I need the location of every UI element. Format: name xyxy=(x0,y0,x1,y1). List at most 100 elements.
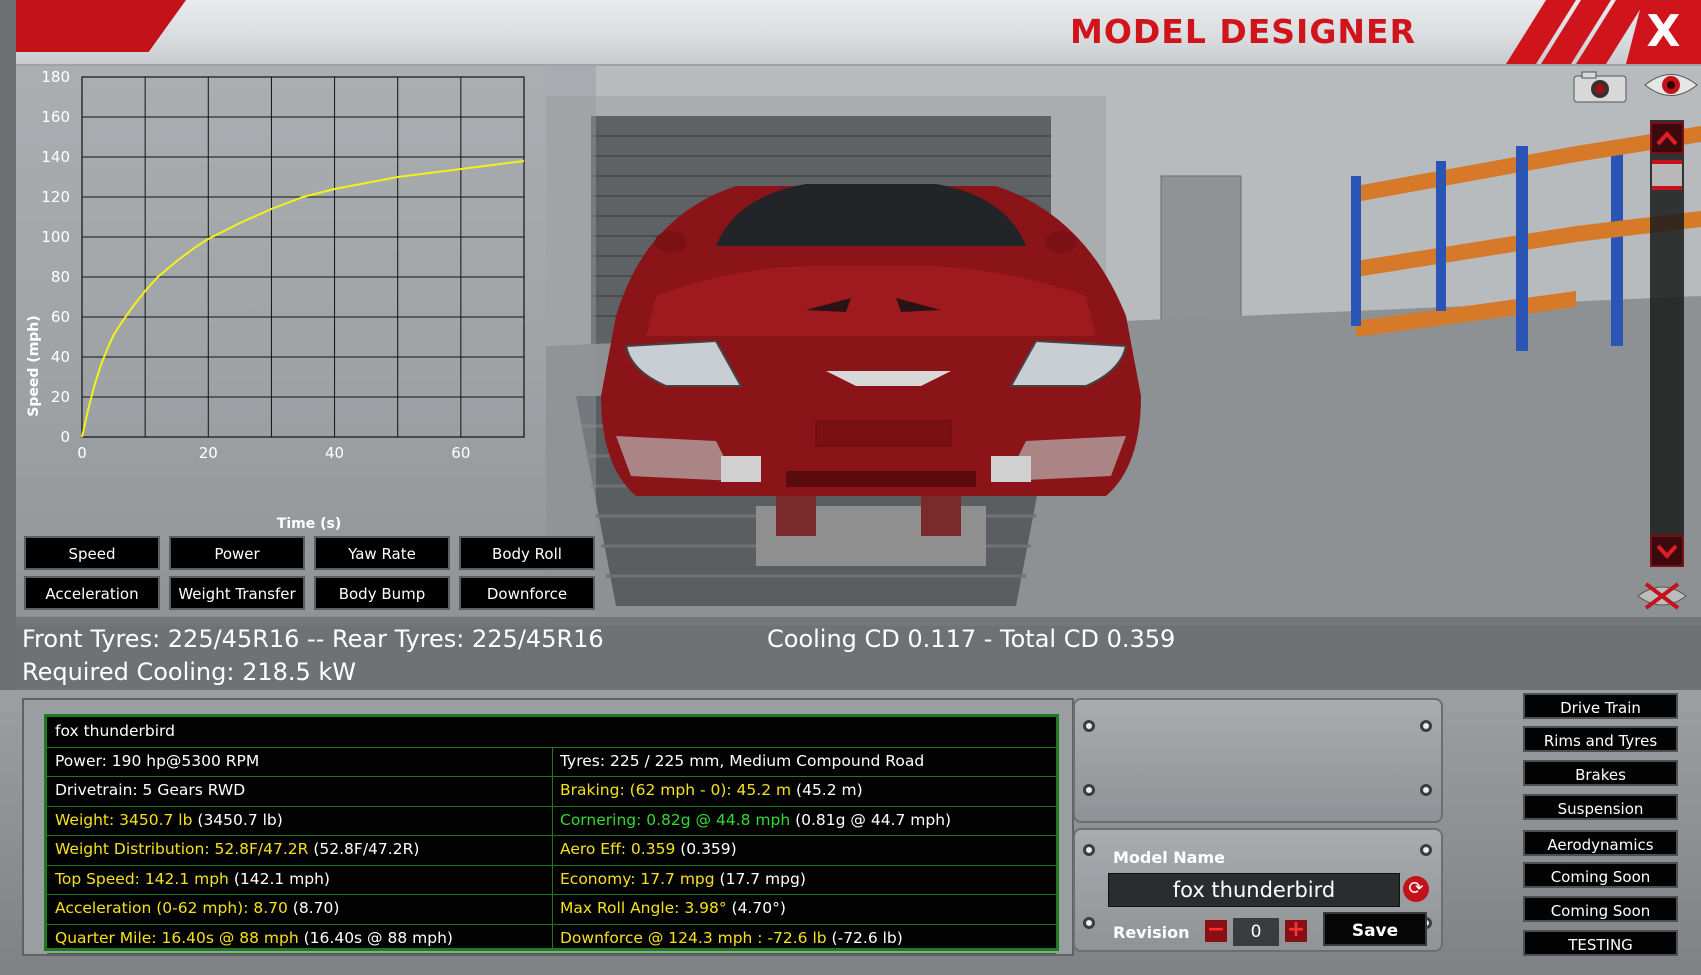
page-title: MODEL DESIGNER xyxy=(1070,12,1416,51)
y-axis-label: Speed (mph) xyxy=(26,315,42,416)
y-tick-label: 140 xyxy=(41,148,70,166)
chart-grid xyxy=(81,76,525,438)
stats-left-cell: Top Speed: 142.1 mph (142.1 mph) xyxy=(47,865,330,894)
stat-value: Weight: 3450.7 lb xyxy=(55,810,193,829)
x-tick-label: 40 xyxy=(325,444,344,462)
stats-right-cell: Tyres: 225 / 225 mm, Medium Compound Roa… xyxy=(552,747,924,776)
camera-icon[interactable] xyxy=(1572,70,1628,104)
stats-left-cell: Power: 190 hp@5300 RPM xyxy=(47,747,259,776)
speed-chart: 0 20 40 60 80 100 120 140 160 180 0 20 40 60 Time (s)… xyxy=(26,68,525,532)
y-tick-label: 120 xyxy=(41,188,70,206)
cooling-cd-summary: Cooling CD 0.117 - Total CD 0.359 xyxy=(767,625,1176,653)
revision-value[interactable]: 0 xyxy=(1233,918,1279,946)
stat-reference-value: (0.81g @ 44.7 mph) xyxy=(790,810,952,829)
stat-reference-value: (-72.6 lb) xyxy=(826,928,903,947)
title-bar: MODEL DESIGNER X xyxy=(16,0,1701,66)
y-tick-label: 160 xyxy=(41,108,70,126)
model-name-panel: Model Name fox thunderbird ⟳ Revision − … xyxy=(1073,698,1471,952)
stat-value: Top Speed: 142.1 mph xyxy=(55,869,229,888)
stats-right-cell: Max Roll Angle: 3.98° (4.70°) xyxy=(552,894,786,923)
x-axis-label: Time (s) xyxy=(277,516,341,532)
stat-reference-value: (3450.7 lb) xyxy=(192,810,283,829)
menu-rims-and-tyres[interactable]: Rims and Tyres xyxy=(1523,726,1678,752)
scroll-up-button[interactable] xyxy=(1650,122,1684,154)
stat-value: Max Roll Angle: 3.98° xyxy=(560,899,727,917)
refresh-icon[interactable]: ⟳ xyxy=(1403,876,1429,902)
chart-body-bump-button[interactable]: Body Bump xyxy=(314,576,450,610)
stat-reference-value: (52.8F/47.2R) xyxy=(308,840,420,858)
y-tick-label: 60 xyxy=(51,308,70,326)
revision-label: Revision xyxy=(1113,923,1190,942)
menu-coming-soon-1[interactable]: Coming Soon xyxy=(1523,862,1678,888)
required-cooling: Required Cooling: 218.5 kW xyxy=(22,658,357,686)
chart-body-roll-button[interactable]: Body Roll xyxy=(459,536,595,570)
stat-reference-value: (8.70) xyxy=(287,899,340,917)
stats-left-cell: Acceleration (0-62 mph): 8.70 (8.70) xyxy=(47,894,339,923)
stats-right-cell: Downforce @ 124.3 mph : -72.6 lb (-72.6 … xyxy=(552,924,903,953)
stats-right-cell: Cornering: 0.82g @ 44.8 mph (0.81g @ 44.… xyxy=(552,806,951,835)
stat-value: Quarter Mile: 16.40s @ 88 mph xyxy=(55,928,299,947)
menu-drive-train[interactable]: Drive Train xyxy=(1523,693,1678,719)
menu-brakes[interactable]: Brakes xyxy=(1523,760,1678,786)
stats-left-cell: Weight: 3450.7 lb (3450.7 lb) xyxy=(47,806,283,835)
chart-downforce-button[interactable]: Downforce xyxy=(459,576,595,610)
stats-right-cell: Economy: 17.7 mpg (17.7 mpg) xyxy=(552,865,806,894)
stat-reference-value: (17.7 mpg) xyxy=(714,869,806,888)
scroll-thumb[interactable] xyxy=(1652,160,1682,190)
stats-left-cell: Drivetrain: 5 Gears RWD xyxy=(47,776,245,805)
y-tick-label: 20 xyxy=(51,388,70,406)
y-tick-label: 40 xyxy=(51,348,70,366)
stats-right-cell: Aero Eff: 0.359 (0.359) xyxy=(552,835,737,864)
stat-value: Weight Distribution: 52.8F/47.2R xyxy=(55,840,309,858)
revision-decrement-button[interactable]: − xyxy=(1205,919,1227,942)
y-tick-label: 0 xyxy=(60,428,70,446)
designer-side-menu: Drive Train Rims and Tyres Brakes Suspen… xyxy=(1505,690,1701,975)
chart-speed-button[interactable]: Speed xyxy=(24,536,160,570)
stats-divider xyxy=(552,746,553,950)
speed-series-line xyxy=(81,160,525,438)
header-accent xyxy=(16,0,186,52)
stats-left-cell: Quarter Mile: 16.40s @ 88 mph (16.40s @ … xyxy=(47,924,453,953)
info-strip: Front Tyres: 225/45R16 -- Rear Tyres: 22… xyxy=(16,617,1701,690)
menu-coming-soon-2[interactable]: Coming Soon xyxy=(1523,896,1678,922)
stats-name-row: fox thunderbird xyxy=(47,717,1056,748)
blank-plate xyxy=(1073,698,1443,823)
stat-reference-value: (0.359) xyxy=(675,840,737,858)
chevron-up-icon xyxy=(1656,131,1678,146)
y-tick-label: 180 xyxy=(41,68,70,86)
scroll-down-button[interactable] xyxy=(1650,535,1684,567)
tyres-summary: Front Tyres: 225/45R16 -- Rear Tyres: 22… xyxy=(22,625,604,653)
stat-reference-value: (142.1 mph) xyxy=(228,869,330,888)
stats-table: fox thunderbird Power: 190 hp@5300 RPM Ty… xyxy=(44,714,1059,954)
stat-value: Economy: 17.7 mpg xyxy=(560,869,715,888)
stats-frame: fox thunderbird Power: 190 hp@5300 RPM Ty… xyxy=(22,698,1074,956)
plot-area xyxy=(81,76,525,438)
chart-power-button[interactable]: Power xyxy=(169,536,305,570)
stat-value: Cornering: 0.82g @ 44.8 mph xyxy=(560,810,791,829)
menu-testing[interactable]: TESTING xyxy=(1523,930,1678,956)
x-tick-label: 0 xyxy=(77,444,87,462)
performance-chart-panel: 0 20 40 60 80 100 120 140 160 180 0 20 40 60 Time (s)… xyxy=(16,66,596,616)
stat-value: Aero Eff: 0.359 xyxy=(560,840,676,858)
save-button[interactable]: Save xyxy=(1323,912,1427,946)
stat-value: Downforce @ 124.3 mph : -72.6 lb xyxy=(560,928,827,947)
model-name-input[interactable]: fox thunderbird xyxy=(1108,873,1400,907)
hide-view-icon[interactable] xyxy=(1636,578,1688,614)
stats-left-cell: Weight Distribution: 52.8F/47.2R (52.8F/… xyxy=(47,835,419,864)
stats-model-name: fox thunderbird xyxy=(55,722,175,740)
menu-suspension[interactable]: Suspension xyxy=(1523,794,1678,820)
stat-reference-value: (45.2 m) xyxy=(791,781,863,799)
y-tick-label: 80 xyxy=(51,268,70,286)
menu-aerodynamics[interactable]: Aerodynamics xyxy=(1523,830,1678,856)
x-tick-label: 20 xyxy=(199,444,218,462)
chart-yaw-rate-button[interactable]: Yaw Rate xyxy=(314,536,450,570)
chart-weight-transfer-button[interactable]: Weight Transfer xyxy=(169,576,305,610)
chart-acceleration-button[interactable]: Acceleration xyxy=(24,576,160,610)
revision-increment-button[interactable]: + xyxy=(1285,919,1307,942)
bottom-panel: fox thunderbird Power: 190 hp@5300 RPM Ty… xyxy=(0,690,1701,975)
stat-reference-value: (4.70°) xyxy=(726,899,786,917)
eye-icon[interactable] xyxy=(1643,68,1699,102)
car-model xyxy=(601,184,1141,496)
stat-value: Acceleration (0-62 mph): 8.70 xyxy=(55,899,288,917)
y-tick-label: 100 xyxy=(41,228,70,246)
